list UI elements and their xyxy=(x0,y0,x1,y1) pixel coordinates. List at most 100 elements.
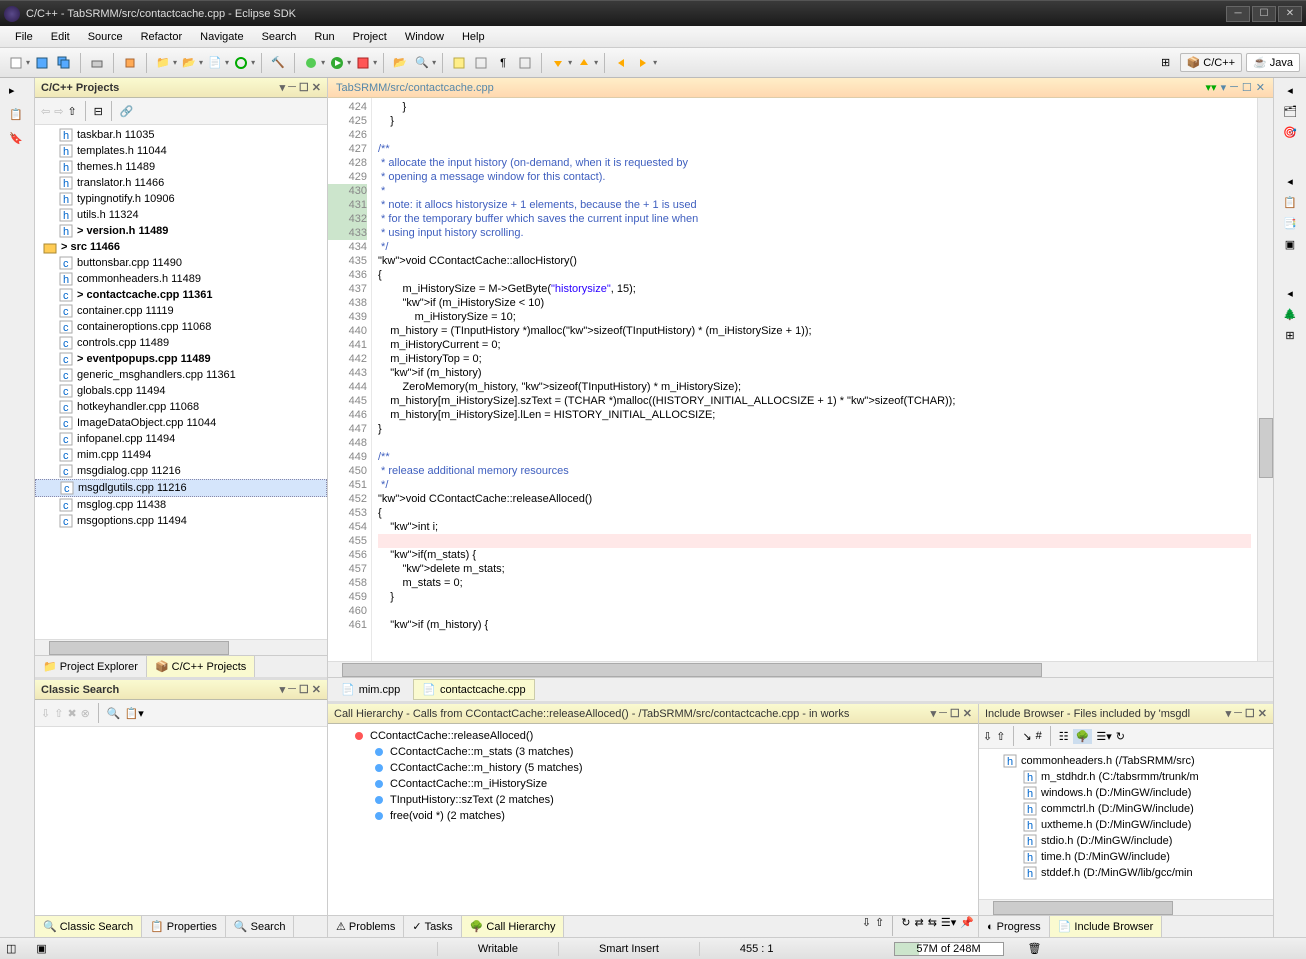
nav-back-button[interactable] xyxy=(611,53,631,73)
tree-item[interactable]: hthemes.h 11489 xyxy=(35,159,327,175)
call-hierarchy-item[interactable]: free(void *) (2 matches) xyxy=(332,808,974,824)
new-class-button[interactable]: 📁 xyxy=(153,53,173,73)
forward-icon[interactable]: ⇨ xyxy=(54,105,63,118)
include-item[interactable]: hcommonheaders.h (/TabSRMM/src) xyxy=(983,753,1269,769)
gc-button[interactable]: 🗑 xyxy=(1028,942,1042,956)
editor-file-tab-mim[interactable]: 📄mim.cpp xyxy=(332,679,409,700)
tree-item[interactable]: cbuttonsbar.cpp 11490 xyxy=(35,255,327,271)
ib-includers-icon[interactable]: ↘ xyxy=(1022,730,1031,743)
projects-view-tab[interactable]: C/C++ Projects ▾ ─ ☐ ✕ xyxy=(35,78,327,98)
task-list-icon[interactable]: 📋 xyxy=(1283,196,1297,209)
sb-icon1[interactable]: ◫ xyxy=(6,942,16,955)
call-hierarchy-item[interactable]: CContactCache::m_history (5 matches) xyxy=(332,760,974,776)
close-button[interactable]: ✕ xyxy=(1278,6,1302,22)
back-icon[interactable]: ⇦ xyxy=(41,105,50,118)
print-button[interactable] xyxy=(87,53,107,73)
classic-search-tab[interactable]: Classic Search ▾ ─ ☐ ✕ xyxy=(35,680,327,700)
link-editor-icon[interactable]: 🔗 xyxy=(120,105,134,118)
ch-history-icon[interactable]: ☰▾ xyxy=(941,916,956,937)
tree-item[interactable]: htypingnotify.h 10906 xyxy=(35,191,327,207)
toggle-wrap-button[interactable] xyxy=(515,53,535,73)
terminal-icon[interactable]: ▣ xyxy=(1285,238,1295,251)
prev-annotation-button[interactable] xyxy=(574,53,594,73)
tree-item[interactable]: > src 11466 xyxy=(35,239,327,255)
include-browser-tab[interactable]: Include Browser - Files included by 'msg… xyxy=(979,704,1273,724)
restore-icon[interactable]: ▸ xyxy=(9,84,25,100)
tree-item[interactable]: cmsgdialog.cpp 11216 xyxy=(35,463,327,479)
tab-call-hierarchy[interactable]: 🌳Call Hierarchy xyxy=(462,916,565,937)
remove-icon[interactable]: ✖ xyxy=(67,707,76,720)
run-button[interactable] xyxy=(327,53,347,73)
include-browser-tree[interactable]: hcommonheaders.h (/TabSRMM/src)hm_stdhdr… xyxy=(979,749,1273,899)
include-browser-hscroll[interactable] xyxy=(979,899,1273,915)
misc-icon[interactable]: ⊞ xyxy=(1285,329,1294,342)
tree-item[interactable]: cmim.cpp 11494 xyxy=(35,447,327,463)
new-target-button[interactable] xyxy=(231,53,251,73)
minimize-view-icon[interactable]: ─ xyxy=(939,707,947,720)
tree-item[interactable]: chotkeyhandler.cpp 11068 xyxy=(35,399,327,415)
tree-item[interactable]: cmsglog.cpp 11438 xyxy=(35,497,327,513)
call-hierarchy-item[interactable]: TInputHistory::szText (2 matches) xyxy=(332,792,974,808)
search-button[interactable]: 🔍 xyxy=(412,53,432,73)
minimize-editor-icon[interactable]: ─ xyxy=(1230,81,1238,94)
external-tools-button[interactable] xyxy=(353,53,373,73)
make-targets-icon[interactable]: 🎯 xyxy=(1283,126,1297,139)
maximize-view-icon[interactable]: ☐ xyxy=(950,707,960,720)
tree-item[interactable]: cinfopanel.cpp 11494 xyxy=(35,431,327,447)
tree-item[interactable]: c> contactcache.cpp 11361 xyxy=(35,287,327,303)
tab-tasks[interactable]: ✓Tasks xyxy=(404,916,461,937)
open-type-button[interactable]: 📂 xyxy=(390,53,410,73)
ch-prev-icon[interactable]: ⇧ xyxy=(875,916,884,937)
new-folder-button[interactable]: 📂 xyxy=(179,53,199,73)
tab-project-explorer[interactable]: 📁Project Explorer xyxy=(35,656,147,677)
menu-window[interactable]: Window xyxy=(396,29,453,45)
restore-icon-2[interactable]: ◂ xyxy=(1287,175,1293,188)
tree-item[interactable]: htaskbar.h 11035 xyxy=(35,127,327,143)
memory-indicator[interactable]: 57M of 248M xyxy=(894,942,1004,956)
view-menu-icon[interactable]: ▾ xyxy=(931,707,937,720)
call-hierarchy-item[interactable]: CContactCache::releaseAlloced() xyxy=(332,728,974,744)
include-item[interactable]: hcommctrl.h (D:/MinGW/include) xyxy=(983,801,1269,817)
minimize-view-icon[interactable]: ─ xyxy=(288,683,296,696)
ch-callees-icon[interactable]: ⇆ xyxy=(928,916,937,937)
ch-callers-icon[interactable]: ⇄ xyxy=(914,916,923,937)
hammer-build-button[interactable]: 🔨 xyxy=(268,53,288,73)
tab-properties[interactable]: 📋Properties xyxy=(142,916,226,937)
next-annotation-button[interactable] xyxy=(548,53,568,73)
call-hierarchy-tab[interactable]: Call Hierarchy - Calls from CContactCach… xyxy=(328,704,978,724)
tree-item[interactable]: c> eventpopups.cpp 11489 xyxy=(35,351,327,367)
perspective-java[interactable]: ☕Java xyxy=(1246,53,1300,72)
templates-icon[interactable]: 📑 xyxy=(1283,217,1297,230)
close-editor-icon[interactable]: ✕ xyxy=(1256,81,1265,94)
editor-hscroll[interactable] xyxy=(328,661,1273,677)
tree-item[interactable]: ccontaineroptions.cpp 11068 xyxy=(35,319,327,335)
open-perspective-button[interactable]: ⊞ xyxy=(1156,53,1176,73)
tree-item[interactable]: htemplates.h 11044 xyxy=(35,143,327,159)
minimize-button[interactable]: ─ xyxy=(1226,6,1250,22)
ch-refresh-icon[interactable]: ↻ xyxy=(901,916,910,937)
tree-item[interactable]: ccontrols.cpp 11489 xyxy=(35,335,327,351)
new-button[interactable] xyxy=(6,53,26,73)
include-item[interactable]: hm_stdhdr.h (C:/tabsrmm/trunk/m xyxy=(983,769,1269,785)
ch-next-icon[interactable]: ⇩ xyxy=(862,916,871,937)
menu-file[interactable]: File xyxy=(6,29,42,45)
menu-project[interactable]: Project xyxy=(344,29,396,45)
include-item[interactable]: hstdio.h (D:/MinGW/include) xyxy=(983,833,1269,849)
line-gutter[interactable]: 4244254264274284294304314324334344354364… xyxy=(328,98,372,661)
tab-progress[interactable]: ◐Progress xyxy=(979,916,1050,937)
tree-item[interactable]: htranslator.h 11466 xyxy=(35,175,327,191)
outline-icon[interactable]: 🗂 xyxy=(1283,105,1297,118)
restore-icon-3[interactable]: ◂ xyxy=(1287,287,1293,300)
menu-run[interactable]: Run xyxy=(305,29,343,45)
projects-tree[interactable]: htaskbar.h 11035htemplates.h 11044htheme… xyxy=(35,125,327,639)
view-menu-icon[interactable]: ▾ xyxy=(1221,81,1227,94)
ib-flat-icon[interactable]: ☷ xyxy=(1059,730,1069,743)
editor-vscroll[interactable] xyxy=(1257,98,1273,661)
ib-history-icon[interactable]: ☰▾ xyxy=(1096,730,1111,743)
tree-item[interactable]: cglobals.cpp 11494 xyxy=(35,383,327,399)
view-menu-icon[interactable]: ▾ xyxy=(280,683,286,696)
tree-item[interactable]: cmsgoptions.cpp 11494 xyxy=(35,513,327,529)
tree-item[interactable]: cgeneric_msghandlers.cpp 11361 xyxy=(35,367,327,383)
editor-tab[interactable]: TabSRMM/src/contactcache.cpp ▾▾ ▾ ─ ☐ ✕ xyxy=(328,78,1273,98)
save-button[interactable] xyxy=(32,53,52,73)
